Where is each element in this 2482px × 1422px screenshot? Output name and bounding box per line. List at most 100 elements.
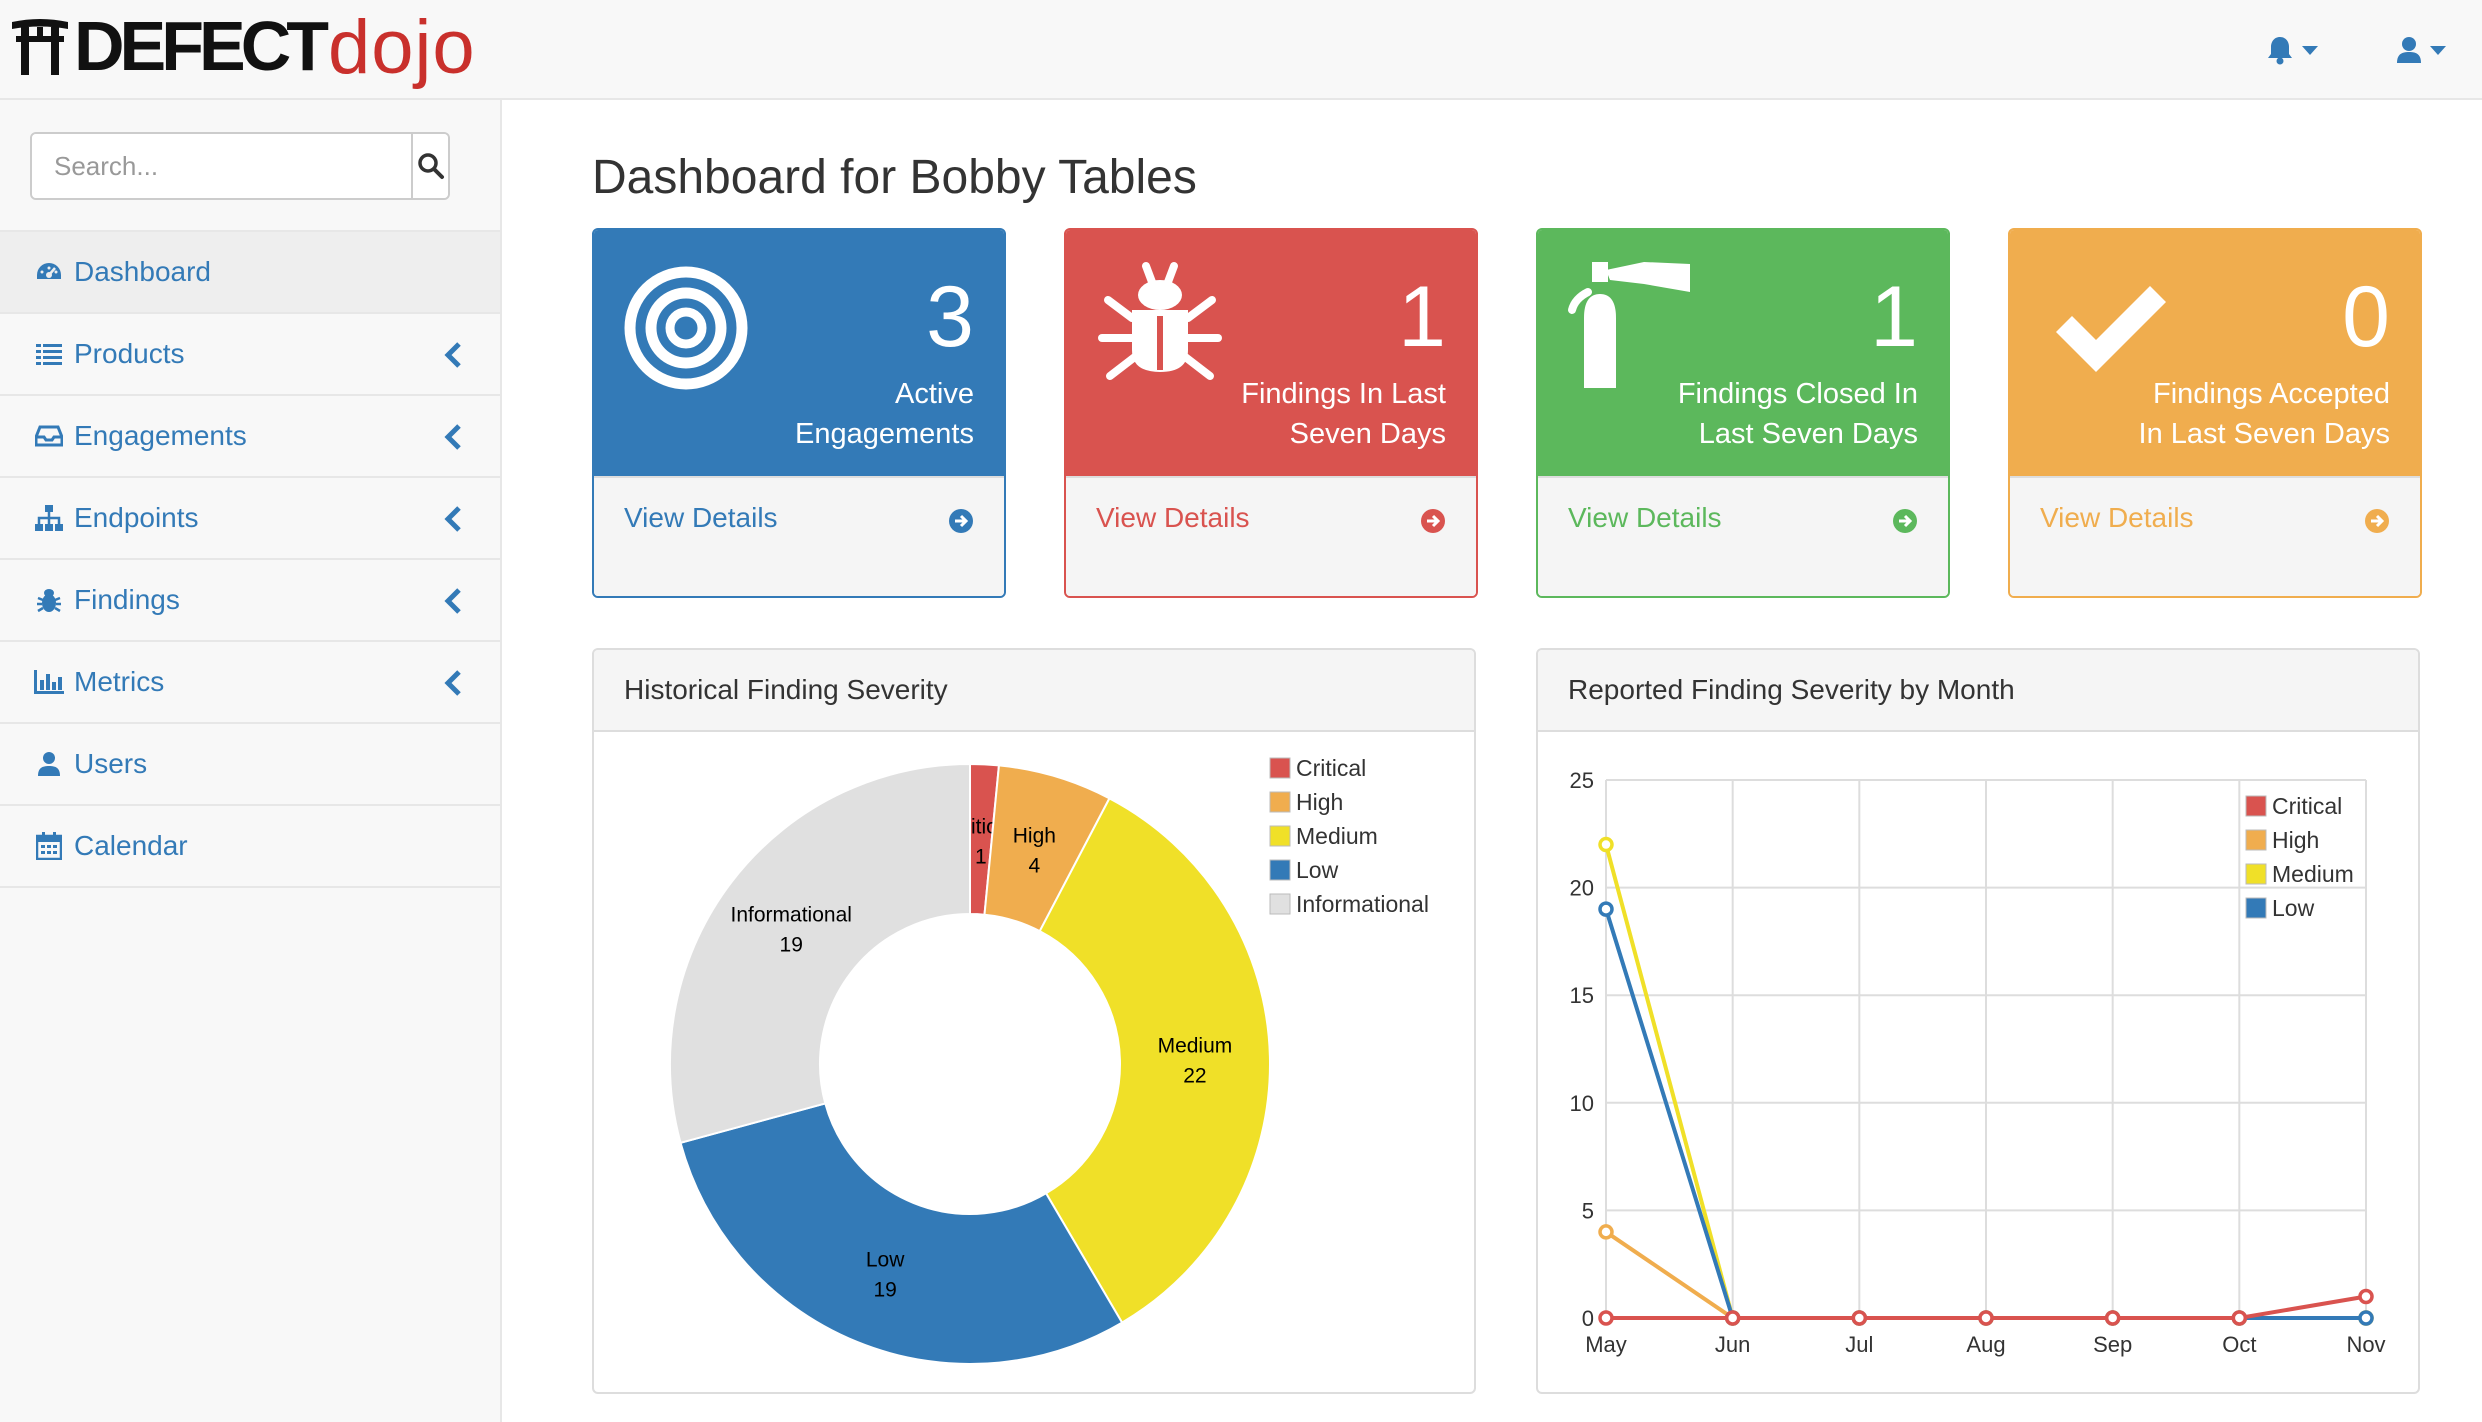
- x-tick-label: Nov: [2346, 1332, 2385, 1357]
- panel-count: 1: [1870, 269, 1918, 365]
- data-point: [2231, 1310, 2248, 1326]
- legend-swatch: [2245, 795, 2267, 817]
- svg-text:Informational: Informational: [731, 903, 852, 926]
- defectdojo-logo[interactable]: DEFECT dojo: [10, 4, 476, 88]
- sidebar-nav: Dashboard Products Engagements Endpoints: [0, 230, 500, 888]
- notifications-dropdown[interactable]: [2266, 30, 2318, 70]
- sidebar-item-label: Products: [74, 338, 185, 369]
- view-details-label: View Details: [1568, 502, 1722, 533]
- legend-label: Medium: [1296, 823, 1378, 849]
- chevron-left-icon: [444, 342, 461, 368]
- x-tick-label: Sep: [2093, 1332, 2132, 1357]
- legend-swatch: [1269, 791, 1291, 813]
- chevron-left-icon: [444, 588, 461, 614]
- user-dropdown[interactable]: [2396, 30, 2446, 70]
- chart-title: Reported Finding Severity by Month: [1538, 650, 2418, 732]
- y-tick-label: 15: [1570, 983, 1594, 1008]
- bug-icon: [1098, 262, 1222, 380]
- search-button[interactable]: [411, 134, 448, 198]
- chevron-left-icon: [444, 424, 461, 450]
- data-point: [1598, 836, 1614, 853]
- sidebar-item-findings[interactable]: Findings: [0, 560, 500, 642]
- panel-count: 0: [2342, 269, 2390, 365]
- sidebar-item-metrics[interactable]: Metrics: [0, 642, 500, 724]
- panel-heading: 3 Active Engagements: [594, 230, 1004, 476]
- line-legend: Critical High Medium Low: [2245, 793, 2354, 921]
- data-point: [1598, 1224, 1614, 1240]
- donut-slice-informational: [669, 762, 971, 1145]
- chevron-left-icon: [444, 506, 461, 532]
- legend-label: Medium: [2272, 861, 2354, 887]
- legend-label: Critical: [1296, 755, 1366, 781]
- y-tick-label: 25: [1570, 768, 1594, 793]
- view-details-link[interactable]: View Details: [594, 476, 1004, 596]
- sidebar: Dashboard Products Engagements Endpoints: [0, 100, 502, 1422]
- inbox-icon: [34, 421, 64, 451]
- view-details-label: View Details: [624, 502, 778, 533]
- sidebar-item-endpoints[interactable]: Endpoints: [0, 478, 500, 560]
- x-tick-label: May: [1585, 1332, 1627, 1357]
- panel-count: 1: [1398, 269, 1446, 365]
- svg-text:Low: Low: [866, 1248, 905, 1271]
- fire-extinguisher-icon: [1568, 262, 1690, 388]
- list-icon: [34, 339, 64, 369]
- search-box: [30, 132, 450, 200]
- panel-count: 3: [926, 269, 974, 365]
- y-tick-label: 20: [1570, 876, 1594, 901]
- x-tick-label: Oct: [2222, 1332, 2256, 1357]
- legend-label: Low: [1296, 857, 1339, 883]
- sidebar-item-users[interactable]: Users: [0, 724, 500, 806]
- historical-severity-panel: Historical Finding Severity Critical 1 Hig…: [592, 648, 1476, 1394]
- y-tick-label: 10: [1570, 1091, 1594, 1116]
- panel-label: Findings Closed In Last Seven Days: [1677, 378, 1918, 450]
- chevron-down-icon: [2430, 45, 2446, 55]
- data-point: [1598, 901, 1614, 917]
- bar-chart-icon: [34, 667, 64, 697]
- sidebar-item-products[interactable]: Products: [0, 314, 500, 396]
- view-details-label: View Details: [1096, 502, 1250, 533]
- legend-swatch: [2245, 829, 2267, 851]
- arrow-circle-right-icon: [1893, 509, 1917, 533]
- svg-text:1: 1: [975, 845, 987, 868]
- bug-icon: [34, 585, 64, 615]
- user-icon: [2397, 37, 2421, 63]
- sidebar-item-dashboard[interactable]: Dashboard: [0, 232, 500, 314]
- dashboard-icon: [34, 257, 64, 287]
- top-navbar: DEFECT dojo: [0, 0, 2482, 100]
- torii-gate-icon: [12, 19, 68, 75]
- sidebar-item-label: Endpoints: [74, 502, 199, 533]
- panel-label: Findings Accepted In Last Seven Days: [2138, 378, 2390, 450]
- data-point: [1851, 1310, 1868, 1326]
- x-tick-label: Aug: [1966, 1332, 2005, 1357]
- chart-grid: [1605, 779, 2367, 1319]
- sitemap-icon: [34, 503, 64, 533]
- sidebar-item-label: Users: [74, 748, 148, 779]
- view-details-link[interactable]: View Details: [1066, 476, 1476, 596]
- active-engagements-panel: 3 Active Engagements View Details: [592, 228, 1006, 598]
- view-details-label: View Details: [2040, 502, 2194, 533]
- chevron-left-icon: [444, 670, 461, 696]
- svg-text:19: 19: [873, 1278, 896, 1301]
- sidebar-item-engagements[interactable]: Engagements: [0, 396, 500, 478]
- x-tick-label: Jul: [1845, 1332, 1873, 1357]
- page-title: Dashboard for Bobby Tables: [592, 151, 1197, 204]
- legend-label: High: [1296, 789, 1343, 815]
- data-point: [1978, 1310, 1994, 1326]
- sidebar-item-calendar[interactable]: Calendar: [0, 806, 500, 888]
- legend-label: High: [2272, 827, 2319, 853]
- panel-heading: 0 Findings Accepted In Last Seven Days: [2010, 230, 2420, 476]
- view-details-link[interactable]: View Details: [2010, 476, 2420, 596]
- svg-text:4: 4: [1028, 854, 1040, 877]
- donut-legend: Critical High Medium Low Informational: [1269, 755, 1429, 917]
- panel-label: Findings In Last Seven Days: [1241, 378, 1446, 450]
- search-input[interactable]: [32, 134, 411, 198]
- logo-text-dojo: dojo: [328, 5, 476, 90]
- sidebar-item-label: Engagements: [74, 420, 247, 451]
- logo-text-defect: DEFECT: [74, 7, 329, 85]
- legend-swatch: [2245, 897, 2267, 919]
- bell-icon: [2268, 37, 2292, 65]
- view-details-link[interactable]: View Details: [1538, 476, 1948, 596]
- user-icon: [34, 749, 64, 779]
- chevron-down-icon: [2302, 45, 2318, 55]
- legend-swatch: [1269, 757, 1291, 779]
